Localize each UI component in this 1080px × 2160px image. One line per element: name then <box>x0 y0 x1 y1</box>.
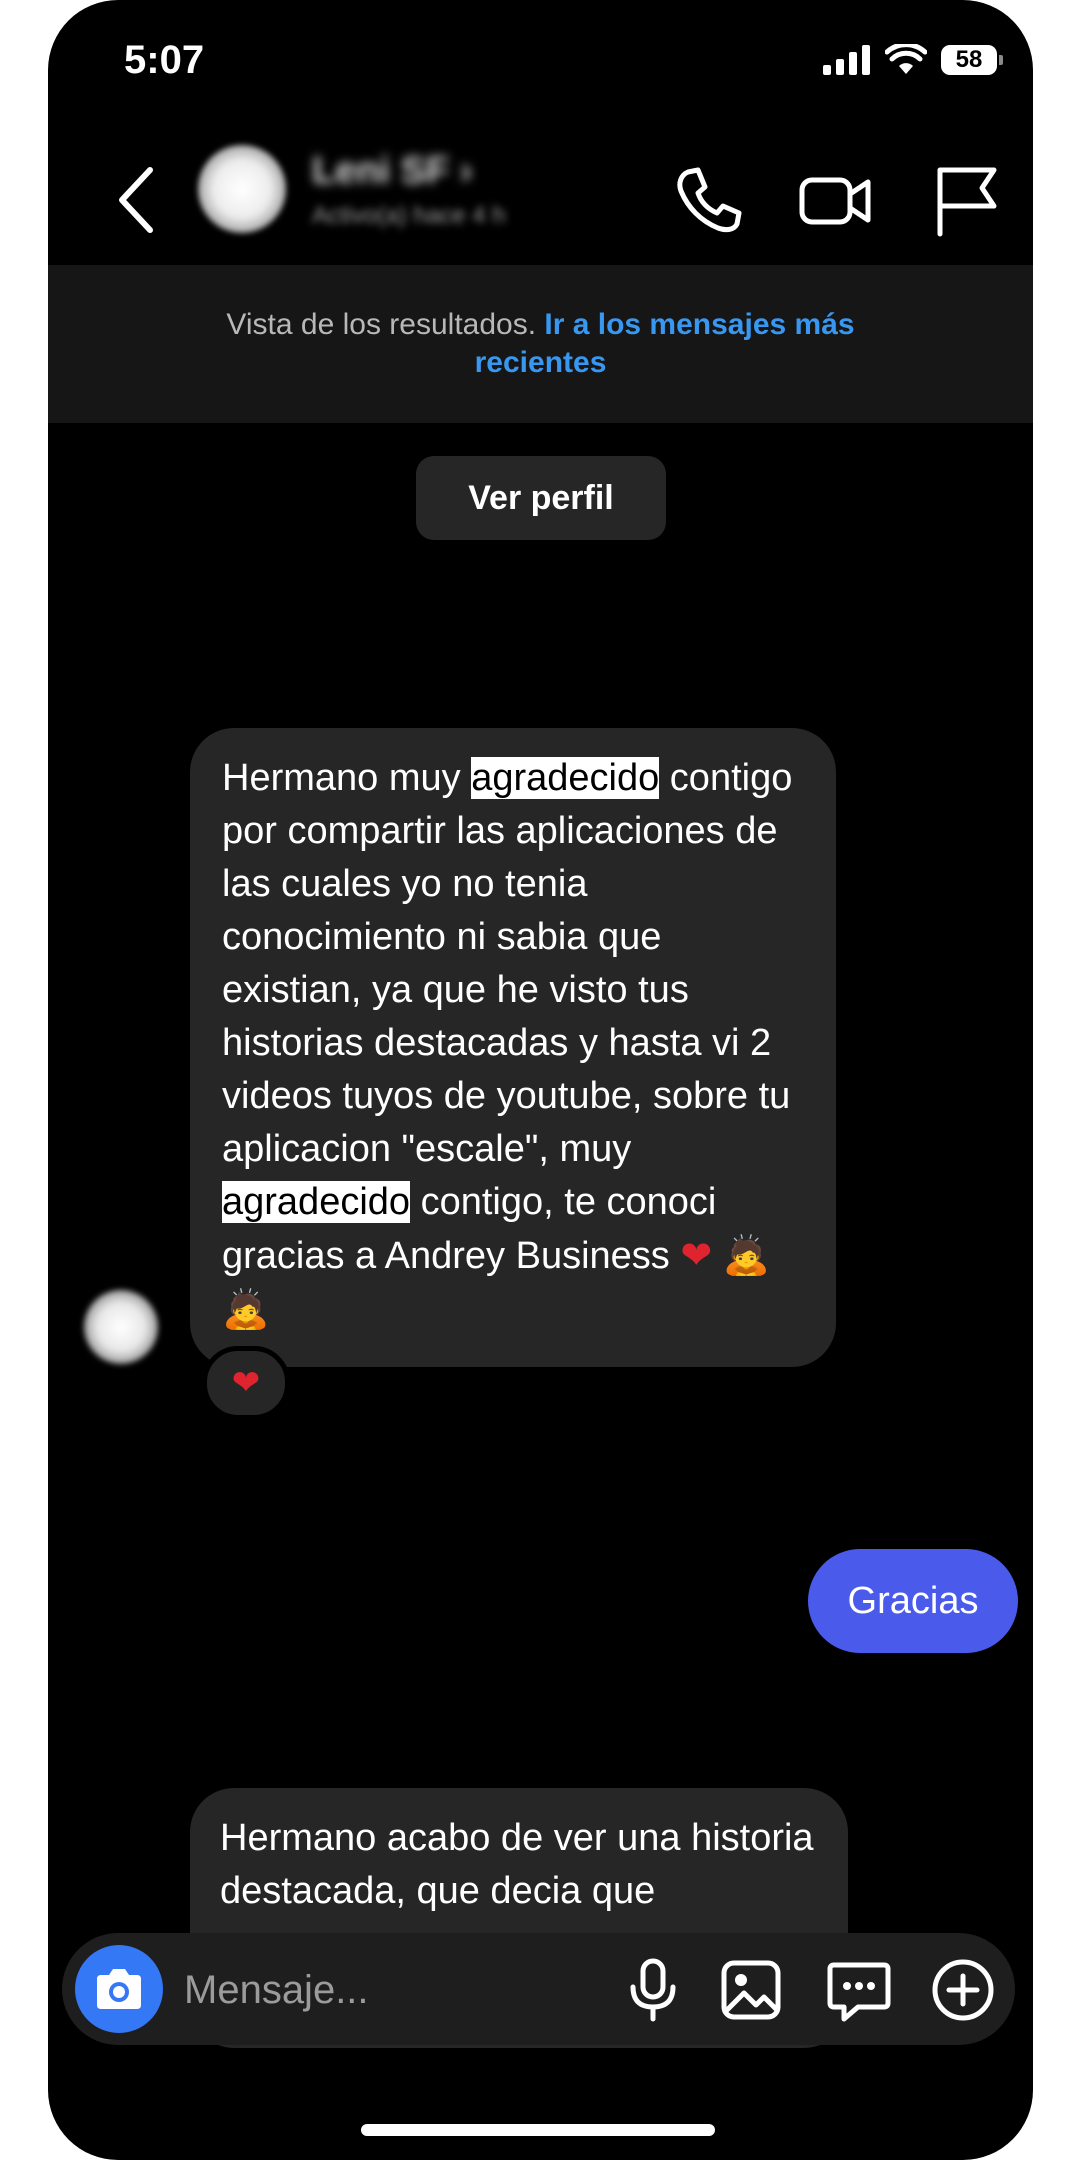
heart-reaction[interactable]: ❤ <box>202 1346 290 1420</box>
search-highlight: agradecido <box>222 1181 411 1223</box>
phone-icon[interactable] <box>668 160 748 240</box>
search-results-banner: Vista de los resultados. Ir a los mensaj… <box>48 265 1033 423</box>
chat-header: Leni SF › Activo(a) hace 4 h <box>48 140 1033 260</box>
contact-avatar[interactable] <box>198 145 286 233</box>
status-icons: 58 <box>823 44 1003 76</box>
message-text: Hermano muy <box>222 757 472 799</box>
home-indicator[interactable] <box>361 2124 715 2136</box>
heart-emoji: ❤ <box>680 1233 713 1277</box>
contact-subtitle: Activo(a) hace 4 h <box>312 202 506 229</box>
signal-icon <box>823 45 870 75</box>
view-profile-button[interactable]: Ver perfil <box>416 456 666 540</box>
status-time: 5:07 <box>124 38 205 82</box>
banner-text: Vista de los resultados. <box>226 308 537 341</box>
search-highlight: agradecido <box>471 757 660 799</box>
video-call-icon[interactable] <box>796 160 876 240</box>
outgoing-message[interactable]: Gracias <box>808 1549 1018 1653</box>
gallery-icon[interactable] <box>716 1955 786 2025</box>
wifi-icon <box>885 44 927 74</box>
bowing-person-emoji: 🙇 <box>222 1287 270 1331</box>
message-input[interactable] <box>182 1961 566 2019</box>
incoming-message[interactable]: Hermano muy agradecido contigo por compa… <box>190 728 836 1367</box>
phone-screen: 5:07 58 Leni SF › Activo(a) hace 4 h Vis… <box>48 0 1033 2160</box>
back-arrow-icon[interactable] <box>108 160 168 240</box>
contact-name[interactable]: Leni SF › <box>312 150 472 193</box>
plus-icon[interactable] <box>928 1955 998 2025</box>
battery-icon: 58 <box>941 45 1003 75</box>
bowing-person-emoji: 🙇 <box>722 1233 771 1277</box>
camera-icon <box>97 1969 141 2009</box>
microphone-icon[interactable] <box>618 1955 688 2025</box>
message-text: contigo por compartir las aplicaciones d… <box>222 757 793 1170</box>
sender-avatar[interactable] <box>84 1290 158 1364</box>
sticker-chat-icon[interactable] <box>824 1955 894 2025</box>
camera-button[interactable] <box>75 1945 163 2033</box>
message-composer <box>62 1933 1015 2045</box>
flag-icon[interactable] <box>926 160 1006 240</box>
message-text: Hermano acabo de ver una historia destac… <box>220 1817 814 1912</box>
